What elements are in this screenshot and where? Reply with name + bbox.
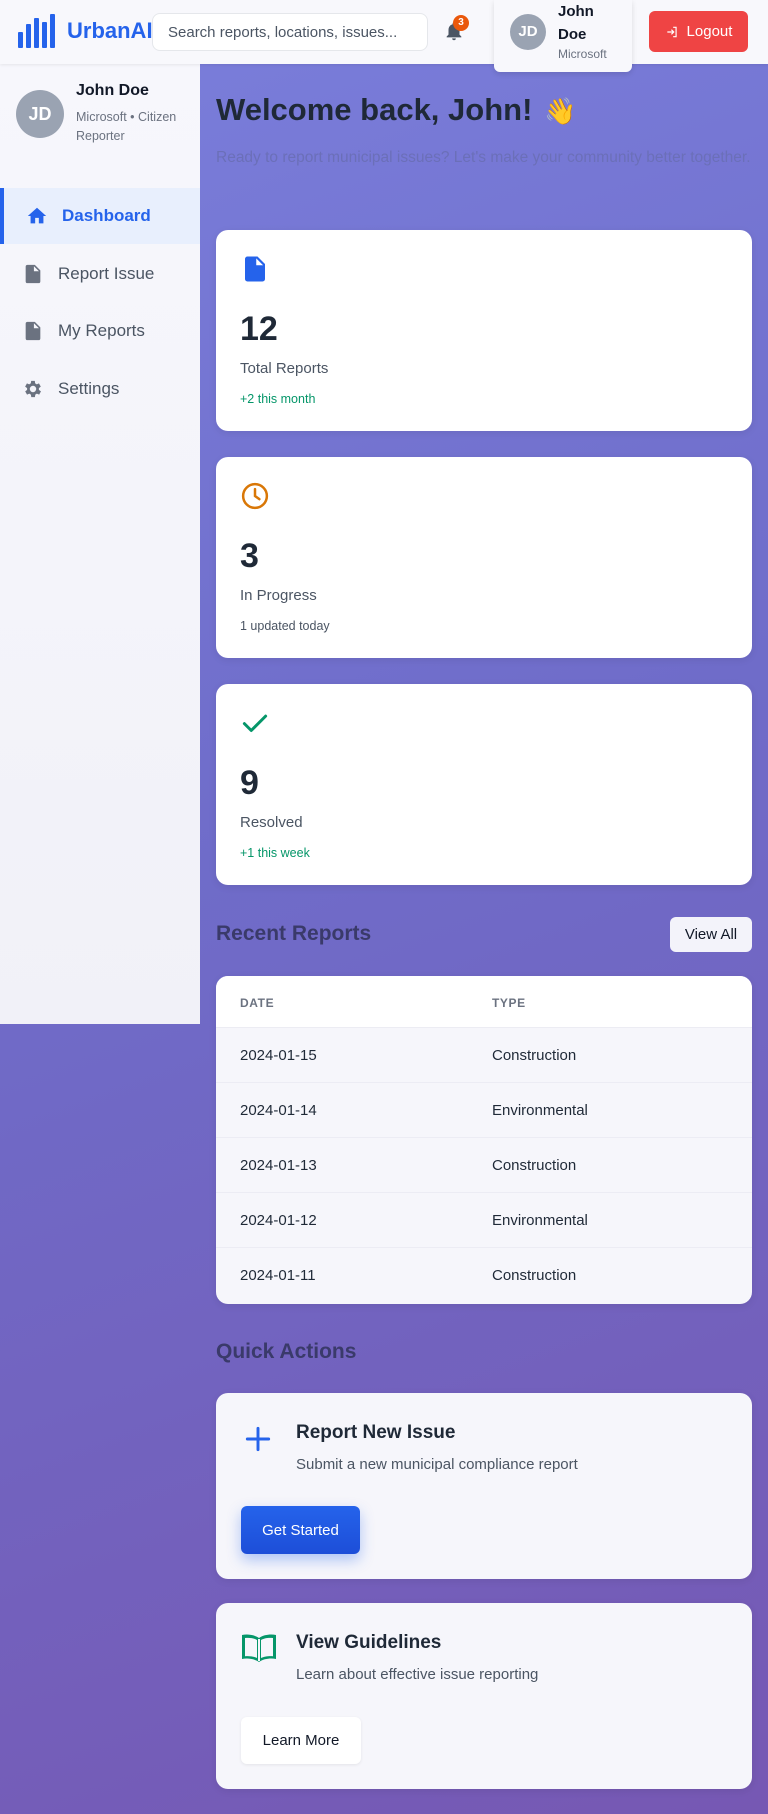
quick-action-view-guidelines: View Guidelines Learn about effective is… [216,1603,752,1789]
column-header-type: TYPE [492,996,526,1010]
get-started-button[interactable]: Get Started [241,1506,360,1554]
column-header-date: DATE [240,996,275,1010]
home-icon [27,207,47,224]
cell-date: 2024-01-12 [240,1212,317,1229]
recent-reports-title: Recent Reports [216,922,372,945]
action-description: Learn about effective issue reporting [296,1666,539,1683]
page-title: Welcome back, John! 👋 [216,92,577,128]
notification-badge: 3 [453,15,469,31]
document-icon [25,264,41,283]
cell-date: 2024-01-14 [240,1102,317,1119]
sidebar-profile: JD John Doe Microsoft • Citizen Reporter [0,64,200,189]
table-header: DATE TYPE [216,976,752,1028]
view-all-button[interactable]: View All [670,917,752,952]
cell-type: Construction [492,1267,577,1284]
search-input[interactable] [152,13,428,51]
top-header: UrbanAI 3 JD John Doe Microsoft Logout [0,0,768,72]
stat-value: 12 [240,310,278,348]
gear-icon [25,380,41,397]
wave-emoji: 👋 [544,96,577,126]
sidebar: JD John Doe Microsoft • Citizen Reporter… [0,64,200,1024]
stat-value: 9 [240,764,259,802]
cell-date: 2024-01-11 [240,1267,316,1284]
learn-more-button[interactable]: Learn More [241,1717,361,1764]
logout-button[interactable]: Logout [649,11,748,52]
profile-name: John Doe [76,82,149,99]
avatar: JD [16,90,64,138]
sidebar-item-label: Report Issue [58,263,155,283]
cell-type: Environmental [492,1102,588,1119]
sidebar-item-report-issue[interactable]: Report Issue [0,246,200,302]
stat-label: Resolved [240,814,303,831]
avatar: JD [510,14,546,50]
user-menu[interactable]: JD John Doe Microsoft [494,0,632,72]
action-title: Report New Issue [296,1422,456,1443]
cell-date: 2024-01-15 [240,1047,317,1064]
table-row[interactable]: 2024-01-12 Environmental [216,1193,752,1248]
stat-note: +1 this week [240,846,310,860]
cell-type: Construction [492,1157,577,1174]
page-subtitle: Ready to report municipal issues? Let's … [216,149,751,166]
logout-icon [666,26,677,37]
stat-note: +2 this month [240,392,316,406]
app-logo[interactable]: UrbanAI [18,14,153,48]
cell-type: Construction [492,1047,577,1064]
stat-value: 3 [240,537,259,575]
sidebar-item-label: Settings [58,378,120,398]
logo-bars-icon [18,14,55,48]
document-icon [25,321,41,341]
stat-label: In Progress [240,587,317,604]
sidebar-item-label: My Reports [58,321,145,340]
action-description: Submit a new municipal compliance report [296,1456,578,1473]
table-row[interactable]: 2024-01-11 Construction [216,1248,752,1303]
book-icon [242,1634,276,1662]
document-icon [245,256,265,282]
cell-date: 2024-01-13 [240,1157,317,1174]
welcome-text: Welcome back, John! [216,92,533,127]
action-title: View Guidelines [296,1632,442,1653]
stat-card-total-reports: 12 Total Reports +2 this month [216,230,752,431]
app-name: UrbanAI [67,18,153,43]
user-name: John Doe [558,3,594,43]
check-icon [242,714,268,732]
table-row[interactable]: 2024-01-14 Environmental [216,1083,752,1138]
plus-icon [245,1426,271,1452]
cell-type: Environmental [492,1212,588,1229]
table-row[interactable]: 2024-01-15 Construction [216,1028,752,1083]
profile-role: Microsoft • Citizen Reporter [76,110,177,143]
quick-action-report-new-issue: Report New Issue Submit a new municipal … [216,1393,752,1579]
clock-icon [241,482,269,510]
sidebar-item-label: Dashboard [62,206,151,225]
sidebar-item-settings[interactable]: Settings [0,361,200,417]
sidebar-item-my-reports[interactable]: My Reports [0,303,200,359]
logout-label: Logout [686,23,733,40]
quick-actions-title: Quick Actions [216,1340,357,1363]
stat-card-resolved: 9 Resolved +1 this week [216,684,752,885]
table-row[interactable]: 2024-01-13 Construction [216,1138,752,1193]
sidebar-nav: Dashboard Report Issue My Reports Settin… [0,188,200,418]
recent-reports-table: DATE TYPE 2024-01-15 Construction 2024-0… [216,976,752,1304]
user-org: Microsoft [558,47,607,61]
stat-card-in-progress: 3 In Progress 1 updated today [216,457,752,658]
stat-note: 1 updated today [240,619,330,633]
sidebar-item-dashboard[interactable]: Dashboard [0,188,200,244]
stat-label: Total Reports [240,360,329,377]
